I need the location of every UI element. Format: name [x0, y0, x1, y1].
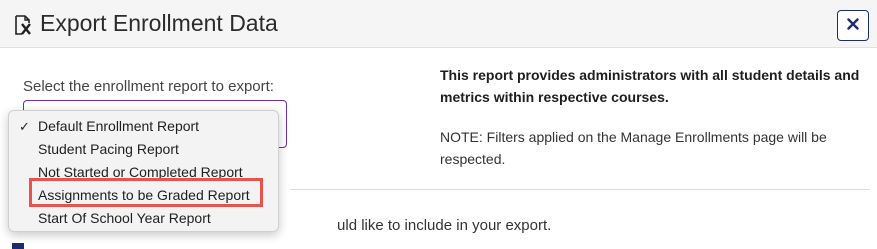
checkmark-icon: ✓ — [19, 119, 30, 134]
close-icon — [847, 17, 859, 35]
excel-export-icon — [14, 15, 32, 35]
option-label: Default Enrollment Report — [38, 118, 200, 134]
option-assignments-to-be-graded-report[interactable]: Assignments to be Graded Report — [9, 184, 278, 207]
option-label: Student Pacing Report — [38, 141, 179, 157]
report-dropdown-menu: ✓ Default Enrollment Report Student Paci… — [8, 110, 279, 232]
option-start-of-school-year-report[interactable]: Start Of School Year Report — [9, 207, 278, 230]
checkbox[interactable] — [12, 243, 24, 249]
filter-note: NOTE: Filters applied on the Manage Enro… — [440, 129, 827, 167]
option-default-enrollment-report[interactable]: ✓ Default Enrollment Report — [9, 115, 278, 138]
close-button[interactable] — [837, 10, 869, 41]
include-text-visible: uld like to include in your export. — [337, 217, 552, 234]
report-select-label: Select the enrollment report to export: — [23, 78, 274, 95]
divider — [290, 189, 870, 190]
dialog-title: Export Enrollment Data — [40, 10, 278, 36]
option-label: Assignments to be Graded Report — [38, 187, 250, 203]
option-label: Start Of School Year Report — [38, 210, 211, 226]
option-label: Not Started or Completed Report — [38, 164, 243, 180]
dialog-header: Export Enrollment Data — [0, 0, 877, 48]
option-not-started-or-completed-report[interactable]: Not Started or Completed Report — [9, 161, 278, 184]
option-student-pacing-report[interactable]: Student Pacing Report — [9, 138, 278, 161]
report-description: This report provides administrators with… — [440, 67, 860, 105]
